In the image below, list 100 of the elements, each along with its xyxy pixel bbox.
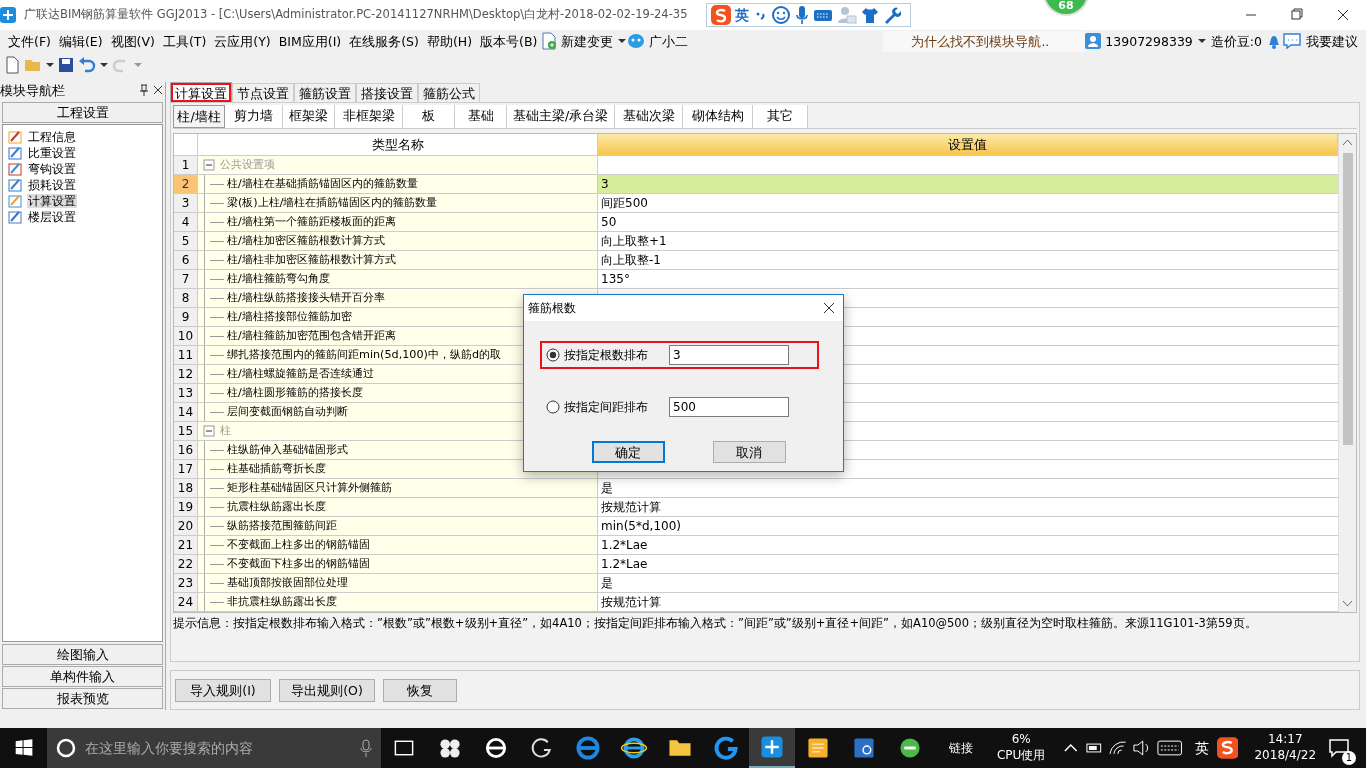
setting-value[interactable]: min(5*d,100) — [601, 519, 681, 533]
collapse-icon[interactable] — [202, 424, 216, 438]
caret-icon[interactable] — [617, 36, 628, 46]
tab[interactable]: 基础次梁 — [615, 105, 683, 128]
dialog-button[interactable]: 取消 — [712, 441, 786, 463]
menu-item[interactable]: 新建变更 — [557, 33, 618, 49]
setting-value[interactable]: 是 — [601, 481, 613, 495]
action-button[interactable]: 导入规则(I) — [175, 678, 271, 702]
wrench-icon[interactable] — [883, 6, 901, 24]
tab[interactable]: 搭接设置 — [356, 83, 418, 102]
tab[interactable]: 其它 — [753, 105, 808, 128]
menu-item[interactable]: 编辑(E) — [54, 33, 107, 49]
tab[interactable]: 基础主梁/承台梁 — [507, 105, 615, 128]
action-button[interactable]: 恢复 — [383, 678, 457, 702]
search-field[interactable]: 在这里输入你要搜索的内容 — [47, 728, 381, 768]
table-row[interactable]: 22 不变截面下柱多出的钢筋锚固 1.2*Lae — [174, 555, 1338, 574]
tab[interactable]: 砌体结构 — [683, 105, 753, 128]
setting-value[interactable]: 135° — [601, 272, 630, 286]
notification-icon[interactable] — [1328, 737, 1350, 759]
table-row[interactable]: 6 柱/墙柱非加密区箍筋根数计算方式 向上取整-1 — [174, 251, 1338, 270]
undo-icon[interactable] — [78, 57, 96, 73]
table-row[interactable]: 24 非抗震柱纵筋露出长度 按规范计算 — [174, 593, 1338, 612]
setting-value[interactable]: 按规范计算 — [601, 595, 661, 609]
help-link[interactable]: 为什么找不到模块导航.. — [883, 30, 1086, 52]
menu-item[interactable]: 视图(V) — [106, 33, 159, 49]
menu-item[interactable]: 云应用(Y) — [210, 33, 275, 49]
user-icon[interactable] — [1085, 33, 1102, 49]
table-row[interactable]: 20 纵筋搭接范围箍筋间距 min(5*d,100) — [174, 517, 1338, 536]
shirt-icon[interactable] — [861, 6, 879, 24]
setting-value[interactable]: 向上取整+1 — [601, 234, 667, 248]
tab[interactable]: 剪力墙 — [225, 105, 283, 128]
tab[interactable]: 框架梁 — [283, 105, 335, 128]
caret-icon[interactable] — [1196, 36, 1207, 46]
table-row[interactable]: 4 柱/墙柱第一个箍筋距楼板面的距离 50 — [174, 213, 1338, 232]
setting-value[interactable]: 3 — [601, 177, 609, 191]
menu-item[interactable]: 帮助(H) — [422, 33, 477, 49]
nav-button[interactable]: 单构件输入 — [2, 666, 163, 687]
smiley-icon[interactable] — [771, 5, 791, 25]
tab[interactable]: 箍筋公式 — [418, 83, 480, 102]
ime-mode[interactable]: 英 — [735, 6, 749, 24]
ime-indicator[interactable]: 英 — [1194, 739, 1209, 757]
setting-value[interactable]: 间距500 — [601, 196, 648, 210]
table-row[interactable]: 23 基础顶部按嵌固部位处理 是 — [174, 574, 1338, 593]
setting-value[interactable]: 1.2*Lae — [601, 538, 648, 552]
tree-item[interactable]: 楼层设置 — [27, 209, 77, 225]
tree-item[interactable]: 弯钩设置 — [27, 161, 77, 177]
user-account[interactable]: 13907298339 — [1101, 33, 1197, 49]
tab[interactable]: 箍筋设置 — [294, 83, 356, 102]
tab[interactable]: 柱/墙柱 — [173, 105, 225, 128]
table-row[interactable]: 5 柱/墙柱加密区箍筋根数计算方式 向上取整+1 — [174, 232, 1338, 251]
microphone-icon[interactable] — [358, 738, 373, 758]
menu-item[interactable]: 版本号(B) — [476, 33, 542, 49]
action-button[interactable]: 导出规则(O) — [279, 678, 375, 702]
menu-item[interactable]: 广小二 — [645, 33, 693, 49]
tab[interactable]: 非框架梁 — [335, 105, 403, 128]
tab[interactable]: 节点设置 — [232, 83, 294, 102]
dialog-button[interactable]: 确定 — [591, 441, 665, 463]
tree-item[interactable]: 工程信息 — [27, 129, 77, 145]
tab[interactable]: 计算设置 — [170, 82, 232, 102]
setting-value[interactable]: 按规范计算 — [601, 500, 661, 514]
table-row[interactable]: 2 柱/墙柱在基础插筋锚固区内的箍筋数量 3 — [174, 175, 1338, 194]
menu-item[interactable]: 工具(T) — [158, 33, 211, 49]
menu-item[interactable]: 在线服务(S) — [345, 33, 423, 49]
radio-button[interactable] — [546, 400, 560, 414]
nav-button[interactable]: 报表预览 — [2, 688, 163, 709]
table-row[interactable]: 1 公共设置项 — [174, 156, 1338, 175]
input-field[interactable]: 3 — [669, 345, 789, 365]
feedback-link[interactable]: 我要建议 — [1302, 33, 1362, 49]
radio-button[interactable] — [546, 348, 560, 362]
tab[interactable]: 基础 — [455, 105, 507, 128]
keyboard-icon[interactable] — [813, 7, 833, 23]
close-icon[interactable] — [151, 83, 165, 97]
tab[interactable]: 板 — [403, 105, 455, 128]
setting-value[interactable]: 向上取整-1 — [601, 253, 661, 267]
new-file-icon[interactable] — [4, 56, 20, 74]
setting-value[interactable]: 50 — [601, 215, 617, 229]
input-field[interactable]: 500 — [669, 397, 789, 417]
nav-button[interactable]: 绘图输入 — [2, 644, 163, 665]
tree-item[interactable]: 比重设置 — [27, 145, 77, 161]
table-row[interactable]: 18 矩形柱基础锚固区只计算外侧箍筋 是 — [174, 479, 1338, 498]
toolbar-label[interactable]: 链接 — [948, 740, 973, 756]
tree-item[interactable]: 损耗设置 — [27, 177, 77, 193]
sogou-logo-icon[interactable] — [1216, 737, 1239, 759]
table-row[interactable]: 3 梁(板)上柱/墙柱在插筋锚固区内的箍筋数量 间距500 — [174, 194, 1338, 213]
menu-item[interactable]: 文件(F) — [4, 33, 55, 49]
collapse-icon[interactable] — [202, 158, 216, 172]
microphone-icon[interactable] — [795, 5, 809, 25]
menu-item[interactable]: BIM应用(I) — [274, 33, 346, 49]
scrollbar-thumb[interactable] — [1342, 153, 1353, 445]
caret-icon[interactable] — [100, 60, 108, 70]
table-row[interactable]: 19 抗震柱纵筋露出长度 按规范计算 — [174, 498, 1338, 517]
caret-icon[interactable] — [46, 60, 54, 70]
setting-value[interactable]: 是 — [601, 576, 613, 590]
table-row[interactable]: 21 不变截面上柱多出的钢筋锚固 1.2*Lae — [174, 536, 1338, 555]
tree-item[interactable]: 计算设置 — [27, 193, 77, 209]
chat-icon[interactable] — [1282, 32, 1302, 50]
pin-icon[interactable] — [137, 83, 151, 97]
clock[interactable]: 14:17 2018/4/22 — [1254, 732, 1316, 764]
save-icon[interactable] — [58, 57, 74, 73]
section-header[interactable]: 工程设置 — [2, 102, 163, 123]
